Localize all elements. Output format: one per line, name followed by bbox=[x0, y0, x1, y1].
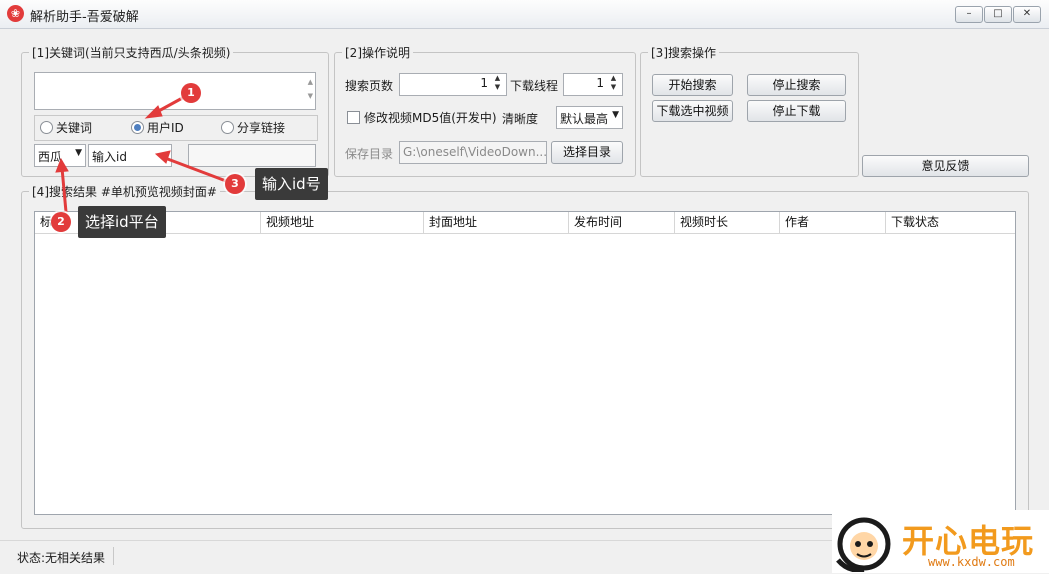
status-text: 状态:无相关结果 bbox=[17, 551, 106, 565]
arrow-2-head bbox=[55, 157, 69, 173]
arrow-3-line bbox=[164, 156, 227, 183]
arrow-3-head bbox=[154, 150, 171, 164]
status-divider bbox=[113, 547, 114, 565]
step-3-callout: 输入id号 bbox=[255, 168, 328, 200]
annotation-arrows bbox=[55, 94, 227, 213]
step-1-badge: 1 bbox=[181, 83, 201, 103]
mascot-logo-icon bbox=[836, 517, 891, 572]
arrow-1-head bbox=[144, 105, 163, 119]
arrow-2-line bbox=[60, 167, 68, 213]
watermark: 开心电玩 www.kxdw.com bbox=[832, 510, 1049, 573]
watermark-url: www.kxdw.com bbox=[928, 555, 1015, 569]
step-2-badge: 2 bbox=[51, 212, 71, 232]
step-2-callout: 选择id平台 bbox=[78, 206, 166, 238]
step-3-badge: 3 bbox=[225, 174, 245, 194]
